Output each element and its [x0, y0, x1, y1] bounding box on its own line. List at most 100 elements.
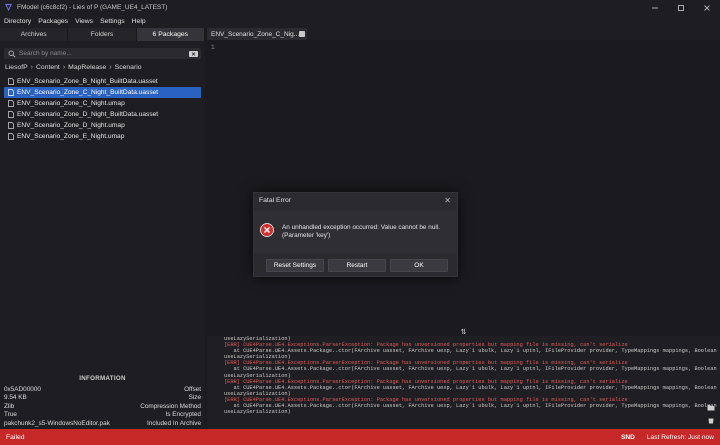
file-icon	[8, 78, 14, 85]
status-text: Failed	[6, 433, 25, 441]
reset-settings-button[interactable]: Reset Settings	[266, 259, 324, 272]
list-item[interactable]: ENV_Scenario_Zone_B_Night_BuiltData.uass…	[0, 76, 205, 87]
window-controls	[642, 0, 720, 15]
dialog-close-icon[interactable]: ✕	[444, 196, 451, 205]
tab-archives[interactable]: Archives	[0, 28, 69, 41]
list-item-label: ENV_Scenario_Zone_D_Night_BuiltData.uass…	[17, 111, 159, 118]
file-icon	[8, 122, 14, 129]
close-tab-icon[interactable]	[299, 31, 305, 37]
menu-settings[interactable]: Settings	[100, 18, 125, 25]
log-line: at CUE4Parse.UE4.Assets.Package..ctor(FA…	[224, 384, 717, 391]
dialog-title: Fatal Error	[259, 197, 292, 204]
fatal-error-dialog: Fatal Error ✕ An unhandled exception occ…	[253, 192, 458, 277]
status-bar: Failed SND Last Refresh: Just now	[0, 429, 720, 445]
status-badge: SND	[621, 433, 635, 441]
info-value: 0x5AD00000	[4, 386, 41, 393]
breadcrumb: LiesofP › Content › MapRelease › Scenari…	[5, 64, 142, 71]
document-tab-label: ENV_Scenario_Zone_C_Nig...	[211, 30, 300, 38]
file-icon	[8, 111, 14, 118]
log-line: at CUE4Parse.UE4.Assets.Package..ctor(FA…	[224, 348, 717, 355]
window-title: FModel (c6c8cf2) - Lies of P (GAME_UE4_L…	[17, 4, 168, 11]
minimize-button[interactable]	[642, 0, 668, 15]
search-icon	[8, 50, 16, 57]
chevron-right-icon: ›	[109, 64, 112, 71]
error-icon	[260, 223, 274, 237]
menu-views[interactable]: Views	[75, 18, 93, 25]
info-row-size: 9.54 KB Size	[4, 394, 201, 402]
panel-splitter[interactable]: ⇅	[207, 328, 720, 336]
clear-log-icon[interactable]	[707, 417, 715, 424]
breadcrumb-item-maprelease[interactable]: MapRelease	[68, 64, 106, 71]
minimize-icon	[652, 7, 658, 8]
info-value: Zlib	[4, 402, 15, 410]
file-icon	[8, 89, 14, 96]
ok-button[interactable]: OK	[390, 259, 448, 272]
breadcrumb-item-liesofp[interactable]: LiesofP	[5, 64, 28, 71]
restart-button[interactable]: Restart	[328, 259, 386, 272]
tab-packages[interactable]: 6 Packages	[136, 28, 205, 41]
menu-help[interactable]: Help	[132, 18, 146, 25]
menu-packages[interactable]: Packages	[38, 18, 68, 25]
last-refresh: Last Refresh: Just now	[646, 433, 714, 441]
left-tabs: Archives Folders 6 Packages	[0, 28, 205, 41]
list-item-label: ENV_Scenario_Zone_B_Night_BuiltData.uass…	[17, 78, 158, 85]
list-item[interactable]: ENV_Scenario_Zone_D_Night.umap	[0, 120, 205, 131]
log-line: at CUE4Parse.UE4.Assets.Package..ctor(FA…	[224, 403, 717, 410]
info-value: pakchunk2_s5-WindowsNoEditor.pak	[4, 419, 110, 427]
package-list: ENV_Scenario_Zone_B_Night_BuiltData.uass…	[0, 76, 205, 142]
menu-bar: Directory Packages Views Settings Help	[0, 15, 720, 28]
list-item[interactable]: ENV_Scenario_Zone_C_Night.umap	[0, 98, 205, 109]
dialog-buttons: Reset Settings Restart OK	[266, 259, 448, 272]
information-panel: 0x5AD00000 Offset 9.54 KB Size Zlib Comp…	[4, 386, 201, 428]
left-panel: Archives Folders 6 Packages LiesofP › Co…	[0, 28, 205, 429]
app-logo-icon	[4, 3, 13, 12]
document-tab-bar: ENV_Scenario_Zone_C_Nig...	[207, 28, 720, 40]
chevron-right-icon: ›	[62, 64, 66, 71]
info-row-compression: Zlib Compression Method	[4, 403, 201, 411]
maximize-button[interactable]	[668, 0, 694, 15]
dialog-body: An unhandled exception occurred: Value c…	[254, 210, 457, 254]
info-row-encrypted: True Is Encrypted	[4, 411, 201, 419]
close-button[interactable]	[694, 0, 720, 15]
chevron-right-icon: ›	[30, 64, 34, 71]
document-tab[interactable]: ENV_Scenario_Zone_C_Nig...	[207, 28, 307, 40]
info-label: Offset	[184, 386, 201, 393]
breadcrumb-item-scenario[interactable]: Scenario	[115, 64, 142, 71]
log-line: at CUE4Parse.UE4.Assets.Package..ctor(FA…	[224, 366, 717, 373]
info-row-archive: pakchunk2_s5-WindowsNoEditor.pak Include…	[4, 420, 201, 428]
list-item-label: ENV_Scenario_Zone_D_Night.umap	[17, 122, 125, 129]
info-value: True	[4, 411, 17, 419]
info-row-offset: 0x5AD00000 Offset	[4, 386, 201, 394]
information-header: INFORMATION	[79, 375, 126, 382]
log-line: useLazySerialization)	[224, 409, 291, 416]
close-icon	[704, 4, 710, 11]
breadcrumb-item-content[interactable]: Content	[36, 64, 60, 71]
open-folder-icon[interactable]	[707, 404, 715, 411]
list-item-label: ENV_Scenario_Zone_C_Night.umap	[17, 100, 125, 107]
list-item-label: ENV_Scenario_Zone_C_Night_BuiltData.uass…	[17, 89, 159, 96]
line-number: 1	[211, 44, 215, 51]
list-item-selected[interactable]: ENV_Scenario_Zone_C_Night_BuiltData.uass…	[4, 87, 201, 98]
clear-search-icon[interactable]	[189, 50, 198, 57]
search-box	[4, 48, 201, 59]
list-item[interactable]: ENV_Scenario_Zone_D_Night_BuiltData.uass…	[0, 109, 205, 120]
menu-directory[interactable]: Directory	[4, 18, 31, 25]
dialog-message: An unhandled exception occurred: Value c…	[282, 224, 452, 239]
file-icon	[8, 133, 14, 140]
info-value: 9.54 KB	[4, 394, 27, 402]
dialog-message-line: An unhandled exception occurred: Value c…	[282, 224, 440, 231]
info-label: Compression Method	[140, 402, 201, 410]
info-label: Is Encrypted	[165, 411, 201, 419]
status-right: SND Last Refresh: Just now	[621, 429, 714, 445]
tab-folders[interactable]: Folders	[68, 28, 137, 41]
list-item[interactable]: ENV_Scenario_Zone_E_Night.umap	[0, 131, 205, 142]
maximize-icon	[678, 4, 684, 11]
info-label: Size	[188, 394, 201, 402]
file-icon	[8, 100, 14, 107]
search-input[interactable]	[19, 48, 189, 59]
log-console[interactable]: useLazySerialization) [ERR] CUE4Parse.UE…	[207, 336, 720, 429]
list-item-label: ENV_Scenario_Zone_E_Night.umap	[17, 133, 125, 140]
title-bar: FModel (c6c8cf2) - Lies of P (GAME_UE4_L…	[0, 0, 720, 15]
resize-arrows-icon: ⇅	[460, 329, 467, 336]
backspace-icon	[191, 51, 196, 56]
